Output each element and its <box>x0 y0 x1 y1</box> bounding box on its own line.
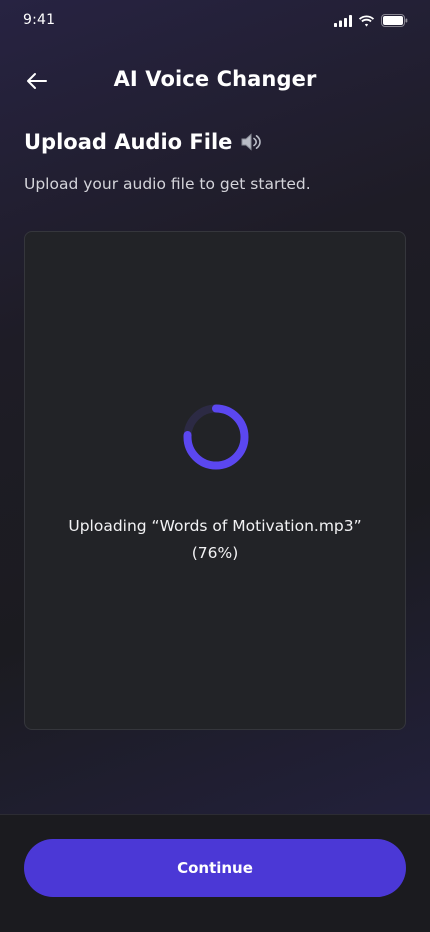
upload-status-filename: Uploading “Words of Motivation.mp3” <box>68 517 362 535</box>
loading-spinner-icon <box>183 404 249 470</box>
status-time: 9:41 <box>23 12 56 28</box>
footer: Continue <box>0 814 430 932</box>
status-bar: 9:41 <box>0 0 430 44</box>
signal-icon <box>334 14 352 27</box>
wifi-icon <box>358 15 375 27</box>
section-title: Upload Audio File <box>24 130 262 154</box>
status-icons <box>334 14 408 27</box>
section-subtitle: Upload your audio file to get started. <box>24 175 311 193</box>
continue-button[interactable]: Continue <box>24 839 406 897</box>
battery-icon <box>381 14 408 27</box>
section-title-text: Upload Audio File <box>24 130 233 154</box>
page-title: AI Voice Changer <box>113 67 317 91</box>
speaker-icon <box>241 133 262 151</box>
upload-status-percent: (76%) <box>191 544 239 562</box>
upload-status: Uploading “Words of Motivation.mp3” (76%… <box>25 513 405 567</box>
header: AI Voice Changer <box>0 56 430 104</box>
upload-dropzone[interactable]: Uploading “Words of Motivation.mp3” (76%… <box>24 231 406 730</box>
